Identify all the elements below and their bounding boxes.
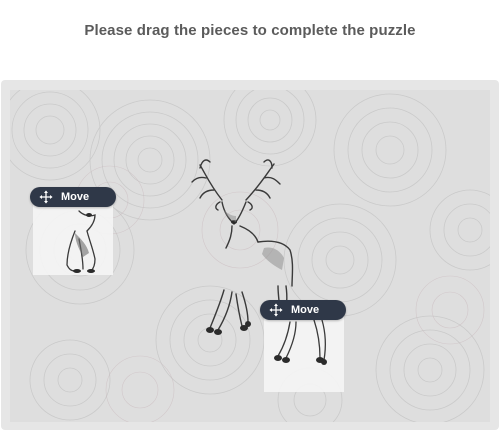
deer-legs-fragment: [274, 319, 327, 365]
puzzle-piece-legs[interactable]: [264, 310, 344, 392]
move-arrows-icon: [39, 190, 53, 204]
move-handle-piece-legs[interactable]: Move: [260, 300, 346, 320]
move-arrows-icon: [269, 303, 283, 317]
move-handle-piece-head[interactable]: Move: [30, 187, 116, 207]
move-label: Move: [61, 191, 90, 203]
puzzle-instruction: Please drag the pieces to complete the p…: [84, 22, 416, 39]
move-label: Move: [291, 304, 320, 316]
